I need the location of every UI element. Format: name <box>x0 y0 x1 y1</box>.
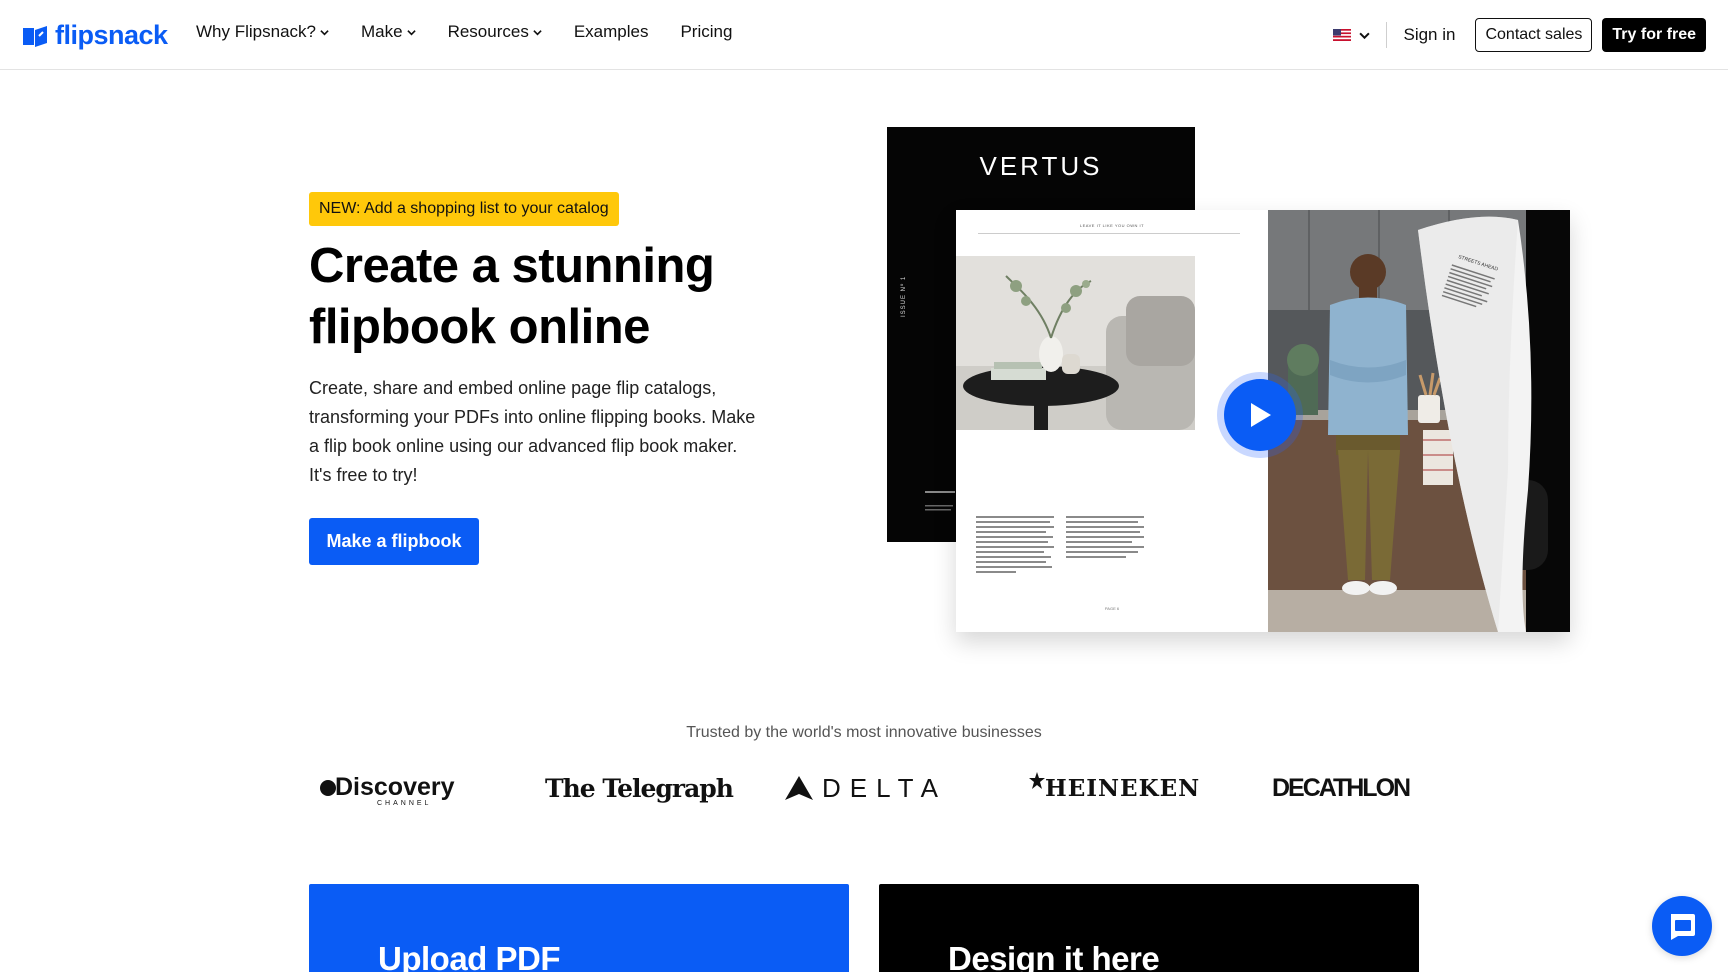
chevron-down-icon <box>406 29 416 35</box>
discovery-sub-text: CHANNEL <box>377 800 431 807</box>
heineken-star-icon <box>1029 772 1045 789</box>
nav-why-flipsnack[interactable]: Why Flipsnack? <box>196 22 329 42</box>
delta-text: DELTA <box>822 772 947 803</box>
discovery-logo-mark: Discovery CHANNEL <box>320 773 455 807</box>
hero-description: Create, share and embed online page flip… <box>309 378 756 485</box>
nav-label: Pricing <box>680 22 733 41</box>
design-it-here-title: Design it here <box>948 940 1160 972</box>
header-actions: Sign in Contact sales Try for free <box>1333 18 1706 52</box>
make-flipbook-button[interactable]: Make a flipbook <box>309 518 479 565</box>
play-button-inner <box>1224 379 1296 451</box>
play-icon <box>1251 403 1271 427</box>
magazine-issue: ISSUE Nº 1 <box>901 275 907 317</box>
telegraph-logo: The Telegraph <box>545 762 734 814</box>
header-divider <box>1386 22 1388 48</box>
contact-sales-button[interactable]: Contact sales <box>1475 18 1593 52</box>
chevron-down-icon <box>1359 32 1371 39</box>
customer-logos: Discovery CHANNEL The Telegraph DELTA HE… <box>309 762 1419 814</box>
sign-in-link[interactable]: Sign in <box>1403 25 1455 45</box>
delta-triangle-icon <box>785 776 813 800</box>
nav-pricing[interactable]: Pricing <box>680 22 732 42</box>
upload-pdf-card[interactable]: Upload PDF <box>309 884 849 972</box>
hero-title: Create a stunning flipbook online <box>309 239 715 354</box>
trusted-heading: Trusted by the world's most innovative b… <box>686 724 1042 741</box>
nav-label: Make <box>360 22 403 41</box>
language-selector[interactable] <box>1333 29 1371 41</box>
chevron-down-icon <box>320 29 329 35</box>
heineken-text: HEINEKEN <box>1045 774 1201 802</box>
cover-text-lines <box>925 491 955 511</box>
site-header: flipsnack Why Flipsnack? Make Resources … <box>0 0 1728 70</box>
discovery-text: Discovery <box>335 773 455 801</box>
delta-logo: DELTA <box>784 762 947 814</box>
chat-widget-button[interactable] <box>1652 896 1712 956</box>
chevron-down-icon <box>533 29 542 35</box>
nav-label: Why Flipsnack? <box>196 22 316 41</box>
nav-label: Examples <box>573 22 649 41</box>
heineken-logo: HEINEKEN <box>1029 762 1200 814</box>
flipsnack-logo-icon <box>23 25 47 47</box>
us-flag-icon <box>1333 29 1352 41</box>
nav-make[interactable]: Make <box>361 22 416 42</box>
flipsnack-logo[interactable]: flipsnack <box>22 20 168 51</box>
main-nav: Why Flipsnack? Make Resources Examples P… <box>196 22 732 42</box>
magazine-brand: VERTUS <box>979 151 1103 181</box>
page-header: LEAVE IT LIKE YOU OWN IT <box>1079 223 1145 228</box>
decathlon-logo: DECATHLON <box>1272 762 1411 814</box>
right-page: STREETS AHEAD <box>1268 210 1570 632</box>
interior-photo <box>956 256 1195 430</box>
decathlon-text: DECATHLON <box>1272 773 1411 802</box>
page-text-columns <box>976 516 1144 573</box>
try-for-free-button[interactable]: Try for free <box>1602 18 1706 52</box>
telegraph-text: The Telegraph <box>545 773 734 803</box>
page-curl: STREETS AHEAD <box>1418 216 1532 632</box>
nav-label: Resources <box>447 22 529 41</box>
design-it-here-card[interactable]: Design it here <box>879 884 1419 972</box>
discovery-logo: Discovery CHANNEL <box>319 762 459 814</box>
page-header-rule <box>978 233 1240 234</box>
chat-icon <box>1671 914 1695 940</box>
play-video-button[interactable] <box>1217 372 1303 458</box>
logo-text: flipsnack <box>55 20 168 50</box>
new-feature-badge[interactable]: NEW: Add a shopping list to your catalog <box>309 192 619 226</box>
nav-resources[interactable]: Resources <box>448 22 542 42</box>
page-footer: PAGE 6 <box>1104 606 1120 611</box>
nav-examples[interactable]: Examples <box>574 22 649 42</box>
upload-pdf-title: Upload PDF <box>378 940 561 972</box>
